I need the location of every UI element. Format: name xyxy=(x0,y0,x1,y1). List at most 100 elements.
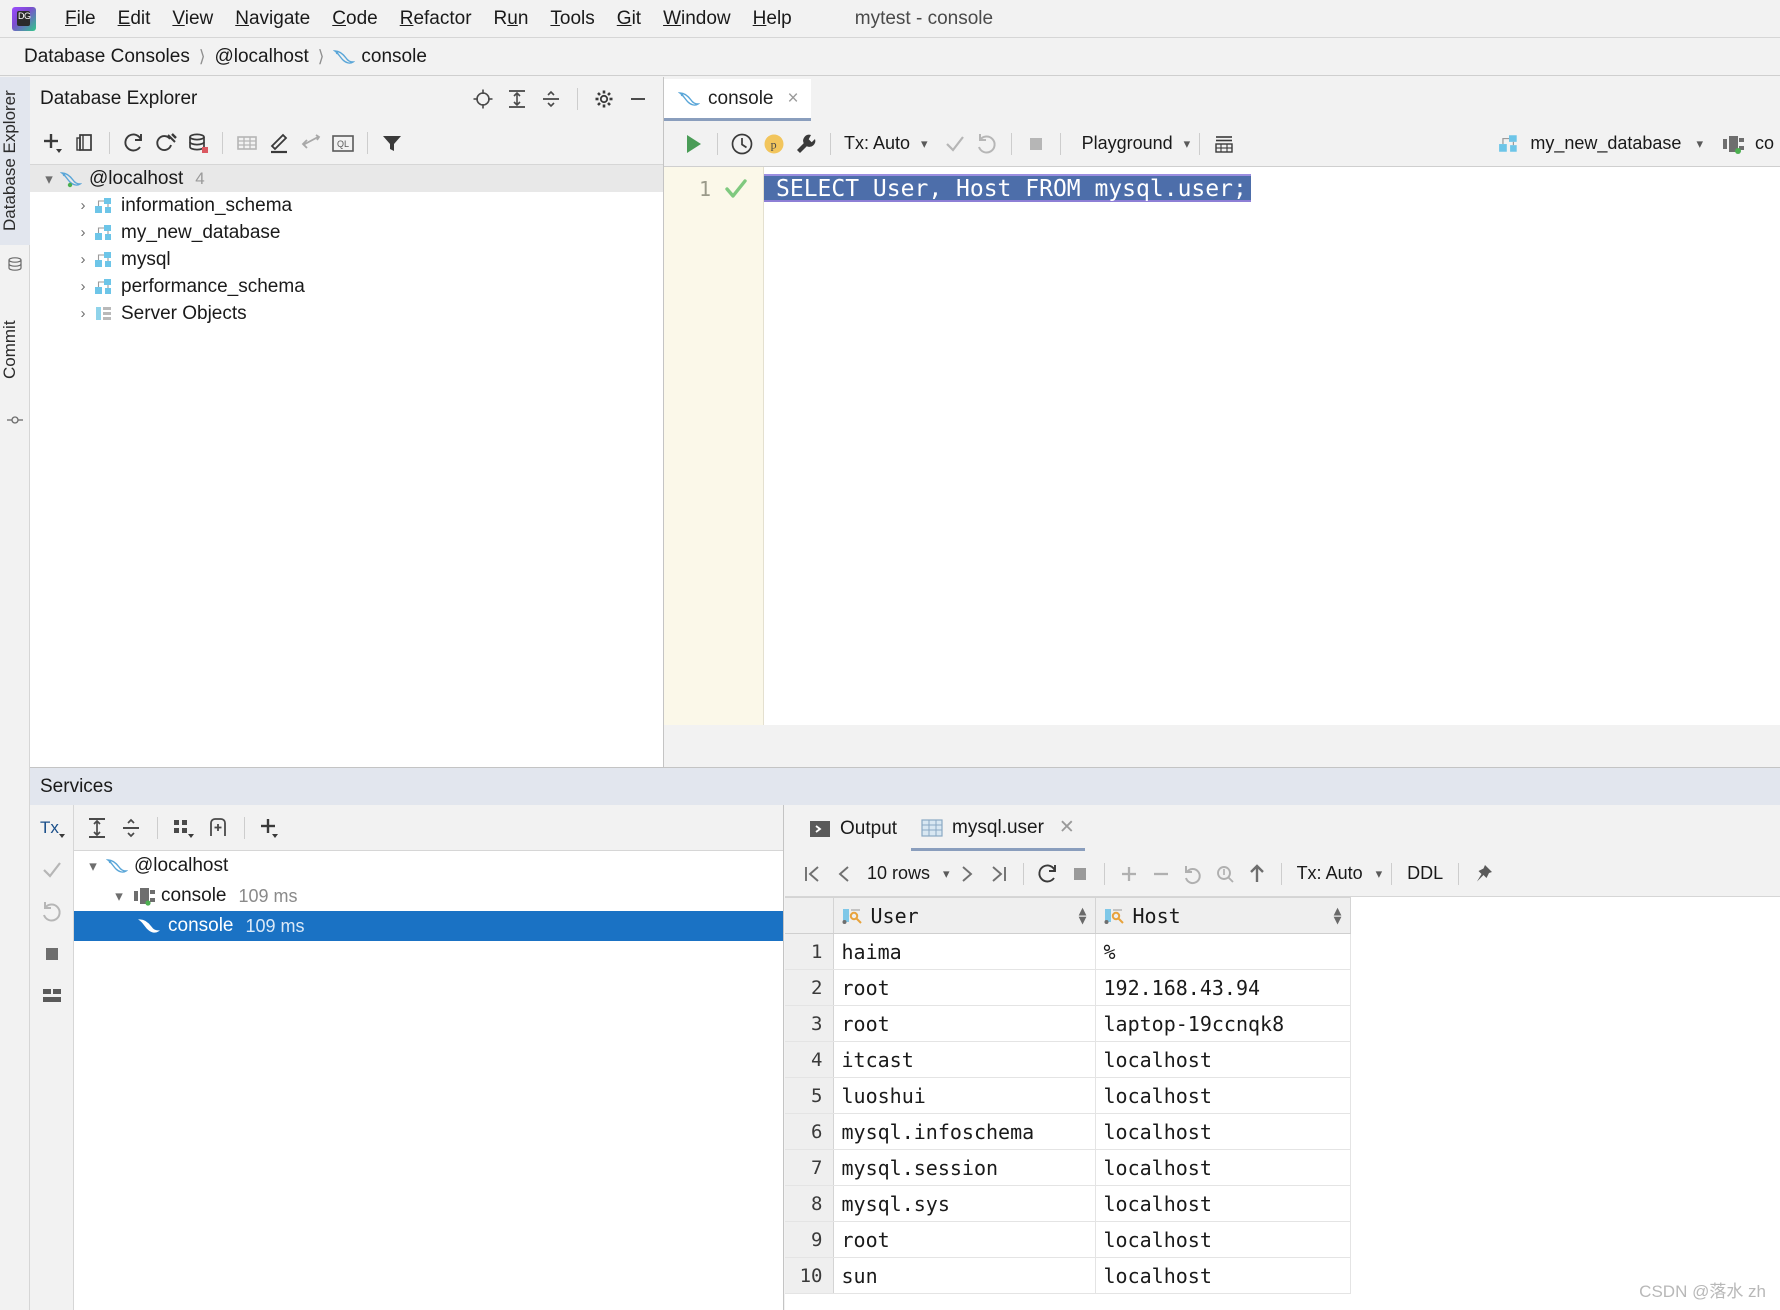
jump-to-icon[interactable] xyxy=(296,128,326,158)
services-node-console-connection[interactable]: ▾ console 109 ms xyxy=(74,881,783,911)
rollback-icon[interactable] xyxy=(972,129,1002,159)
menu-window[interactable]: Window xyxy=(652,0,742,38)
connection-label[interactable]: co xyxy=(1751,133,1778,154)
stop-icon[interactable] xyxy=(1021,129,1051,159)
chevron-down-icon[interactable]: ▾ xyxy=(38,170,60,188)
run-icon[interactable] xyxy=(678,129,708,159)
collapse-all-icon[interactable] xyxy=(116,813,146,843)
breadcrumb-item-console[interactable]: console xyxy=(361,46,427,68)
cell-host[interactable]: localhost xyxy=(1095,1149,1351,1186)
cell-host[interactable]: 192.168.43.94 xyxy=(1095,969,1351,1006)
cell-user[interactable]: mysql.session xyxy=(833,1149,1096,1186)
close-icon[interactable]: ✕ xyxy=(1059,816,1075,839)
tool-window-commit[interactable]: Commit xyxy=(0,295,30,405)
schema-selector-label[interactable]: my_new_database xyxy=(1526,133,1685,154)
success-check-icon[interactable] xyxy=(723,177,749,201)
menu-help[interactable]: Help xyxy=(742,0,803,38)
chevron-down-icon[interactable]: ▾ xyxy=(1184,136,1191,152)
add-frame-icon[interactable] xyxy=(203,813,233,843)
table-row[interactable]: 6 mysql.infoschema localhost xyxy=(785,1113,1351,1150)
add-icon[interactable] xyxy=(38,128,68,158)
tx-mode-label[interactable]: Tx: Auto xyxy=(840,133,914,154)
services-node-console-session[interactable]: console 109 ms xyxy=(74,911,783,941)
edit-icon[interactable] xyxy=(264,128,294,158)
cell-host[interactable]: localhost xyxy=(1095,1077,1351,1114)
cell-host[interactable]: localhost xyxy=(1095,1221,1351,1258)
cell-host[interactable]: laptop-19ccnqk8 xyxy=(1095,1005,1351,1042)
stop-icon[interactable] xyxy=(1065,859,1095,889)
sql-editor[interactable]: 1 SELECT User, Host FROM mysql.user; xyxy=(664,167,1780,725)
column-header-host[interactable]: Host ▲ ▼ xyxy=(1095,897,1351,934)
add-row-icon[interactable] xyxy=(1114,859,1144,889)
sync-modify-icon[interactable] xyxy=(151,128,181,158)
cell-user[interactable]: luoshui xyxy=(833,1077,1096,1114)
table-row[interactable]: 1 haima % xyxy=(785,933,1351,970)
menu-view[interactable]: View xyxy=(161,0,224,38)
menu-git[interactable]: Git xyxy=(606,0,652,38)
cell-host[interactable]: localhost xyxy=(1095,1113,1351,1150)
menu-navigate[interactable]: Navigate xyxy=(224,0,321,38)
sql-selected-statement[interactable]: SELECT User, Host FROM mysql.user; xyxy=(764,174,1251,202)
table-row[interactable]: 10 sun localhost xyxy=(785,1257,1351,1294)
tree-node-localhost[interactable]: ▾ @localhost 4 xyxy=(30,165,663,192)
tree-node-mysql[interactable]: › mysql xyxy=(30,246,663,273)
sort-icon[interactable]: ▲ ▼ xyxy=(1079,905,1087,927)
chevron-down-icon[interactable]: ▾ xyxy=(921,136,928,152)
commit-arrows-icon[interactable] xyxy=(7,413,23,427)
find-icon[interactable] xyxy=(1210,859,1240,889)
cell-host[interactable]: % xyxy=(1095,933,1351,970)
table-row[interactable]: 3 root laptop-19ccnqk8 xyxy=(785,1005,1351,1042)
tool-window-database-explorer[interactable]: Database Explorer xyxy=(0,77,30,245)
cell-host[interactable]: localhost xyxy=(1095,1257,1351,1294)
chevron-right-icon[interactable]: › xyxy=(72,305,94,322)
cell-host[interactable]: localhost xyxy=(1095,1185,1351,1222)
breadcrumb-item-localhost[interactable]: @localhost xyxy=(214,46,308,68)
next-page-icon[interactable] xyxy=(952,859,982,889)
ddl-button[interactable]: DDL xyxy=(1401,863,1449,884)
menu-run[interactable]: Run xyxy=(483,0,540,38)
filter-icon[interactable] xyxy=(377,128,407,158)
rollback-icon[interactable] xyxy=(37,897,67,927)
gear-icon[interactable] xyxy=(589,84,619,114)
add-icon[interactable] xyxy=(256,813,286,843)
last-page-icon[interactable] xyxy=(984,859,1014,889)
revert-icon[interactable] xyxy=(1178,859,1208,889)
commit-check-icon[interactable] xyxy=(940,129,970,159)
chevron-right-icon[interactable]: › xyxy=(72,224,94,241)
menu-tools[interactable]: Tools xyxy=(539,0,605,38)
results-tab-output[interactable]: Output xyxy=(799,807,907,851)
menu-edit[interactable]: Edit xyxy=(107,0,162,38)
data-grid-icon[interactable] xyxy=(1209,129,1239,159)
cell-host[interactable]: localhost xyxy=(1095,1041,1351,1078)
chevron-right-icon[interactable]: › xyxy=(72,251,94,268)
cell-user[interactable]: sun xyxy=(833,1257,1096,1294)
results-tab-mysql-user[interactable]: mysql.user ✕ xyxy=(911,807,1085,851)
row-count-label[interactable]: 10 rows xyxy=(861,863,936,884)
submit-icon[interactable] xyxy=(1242,859,1272,889)
menu-code[interactable]: Code xyxy=(321,0,388,38)
copy-icon[interactable] xyxy=(70,128,100,158)
table-row[interactable]: 5 luoshui localhost xyxy=(785,1077,1351,1114)
chevron-down-icon[interactable]: ▾ xyxy=(943,866,950,882)
chevron-right-icon[interactable]: › xyxy=(72,197,94,214)
sort-icon[interactable]: ▲ ▼ xyxy=(1334,905,1342,927)
commit-check-icon[interactable] xyxy=(37,855,67,885)
sql-code-line[interactable]: SELECT User, Host FROM mysql.user; xyxy=(764,174,1780,204)
expand-all-icon[interactable] xyxy=(502,84,532,114)
stop-icon[interactable] xyxy=(37,939,67,969)
pin-icon[interactable] xyxy=(1468,859,1498,889)
cell-user[interactable]: itcast xyxy=(833,1041,1096,1078)
reload-icon[interactable] xyxy=(1033,859,1063,889)
tx-icon[interactable]: Tx xyxy=(37,813,67,843)
tree-node-information-schema[interactable]: › information_schema xyxy=(30,192,663,219)
wrench-icon[interactable] xyxy=(791,129,821,159)
chevron-down-icon[interactable]: ▾ xyxy=(1376,866,1383,882)
refresh-icon[interactable] xyxy=(119,128,149,158)
table-row[interactable]: 7 mysql.session localhost xyxy=(785,1149,1351,1186)
locate-icon[interactable] xyxy=(468,84,498,114)
cell-user[interactable]: root xyxy=(833,969,1096,1006)
breadcrumb-item-database-consoles[interactable]: Database Consoles xyxy=(24,46,190,68)
table-row[interactable]: 9 root localhost xyxy=(785,1221,1351,1258)
grid-view-icon[interactable] xyxy=(37,981,67,1011)
group-by-icon[interactable] xyxy=(169,813,199,843)
